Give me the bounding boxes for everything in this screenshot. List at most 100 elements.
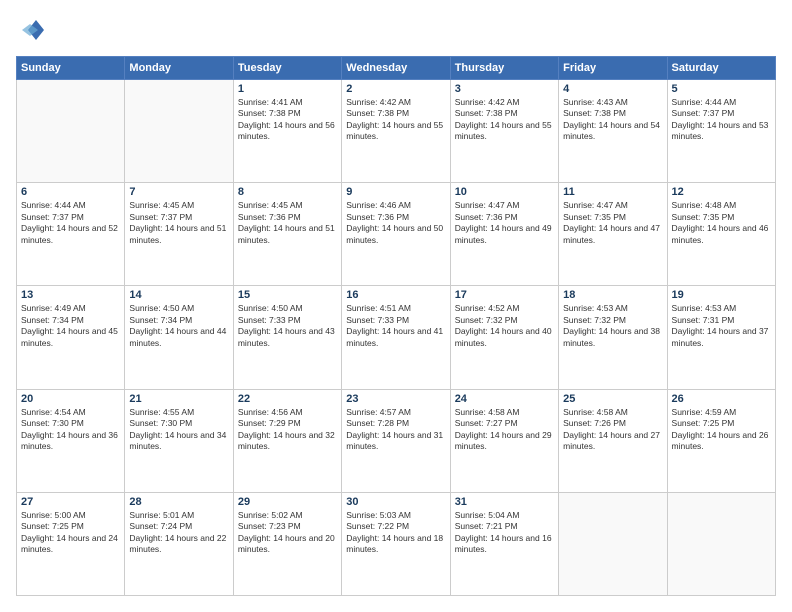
day-info: Sunrise: 4:55 AM Sunset: 7:30 PM Dayligh…	[129, 407, 228, 453]
weekday-header-friday: Friday	[559, 57, 667, 80]
day-info: Sunrise: 4:46 AM Sunset: 7:36 PM Dayligh…	[346, 200, 445, 246]
day-info: Sunrise: 4:53 AM Sunset: 7:31 PM Dayligh…	[672, 303, 771, 349]
week-row-1: 1Sunrise: 4:41 AM Sunset: 7:38 PM Daylig…	[17, 80, 776, 183]
calendar-cell: 26 Sunrise: 4:59 AM Sunset: 7:25 PM Dayli…	[667, 389, 775, 492]
calendar-cell: 9 Sunrise: 4:46 AM Sunset: 7:36 PM Daylig…	[342, 183, 450, 286]
day-number: 5	[672, 83, 771, 95]
calendar-cell: 16 Sunrise: 4:51 AM Sunset: 7:33 PM Dayli…	[342, 286, 450, 389]
calendar-cell: 4Sunrise: 4:43 AM Sunset: 7:38 PM Daylig…	[559, 80, 667, 183]
day-number: 11	[563, 186, 662, 198]
calendar-cell	[17, 80, 125, 183]
weekday-header-wednesday: Wednesday	[342, 57, 450, 80]
calendar-cell: 25 Sunrise: 4:58 AM Sunset: 7:26 PM Dayli…	[559, 389, 667, 492]
calendar: SundayMondayTuesdayWednesdayThursdayFrid…	[16, 56, 776, 596]
day-info: Sunrise: 4:48 AM Sunset: 7:35 PM Dayligh…	[672, 200, 771, 246]
day-info: Sunrise: 4:58 AM Sunset: 7:27 PM Dayligh…	[455, 407, 554, 453]
calendar-cell: 29 Sunrise: 5:02 AM Sunset: 7:23 PM Dayli…	[233, 492, 341, 595]
day-number: 26	[672, 393, 771, 405]
weekday-header-monday: Monday	[125, 57, 233, 80]
calendar-cell: 7Sunrise: 4:45 AM Sunset: 7:37 PM Daylig…	[125, 183, 233, 286]
week-row-4: 20Sunrise: 4:54 AM Sunset: 7:30 PM Dayli…	[17, 389, 776, 492]
calendar-cell: 28 Sunrise: 5:01 AM Sunset: 7:24 PM Dayli…	[125, 492, 233, 595]
day-number: 27	[21, 496, 120, 508]
day-number: 25	[563, 393, 662, 405]
header	[16, 16, 776, 46]
calendar-cell: 22Sunrise: 4:56 AM Sunset: 7:29 PM Dayli…	[233, 389, 341, 492]
calendar-cell: 1Sunrise: 4:41 AM Sunset: 7:38 PM Daylig…	[233, 80, 341, 183]
logo-icon	[16, 16, 46, 46]
day-number: 28	[129, 496, 228, 508]
day-info: Sunrise: 5:02 AM Sunset: 7:23 PM Dayligh…	[238, 510, 337, 556]
calendar-cell: 3 Sunrise: 4:42 AM Sunset: 7:38 PM Daylig…	[450, 80, 558, 183]
calendar-cell: 24 Sunrise: 4:58 AM Sunset: 7:27 PM Dayli…	[450, 389, 558, 492]
day-number: 16	[346, 289, 445, 301]
day-info: Sunrise: 4:47 AM Sunset: 7:35 PM Dayligh…	[563, 200, 662, 246]
day-info: Sunrise: 4:51 AM Sunset: 7:33 PM Dayligh…	[346, 303, 445, 349]
day-number: 20	[21, 393, 120, 405]
weekday-header-sunday: Sunday	[17, 57, 125, 80]
day-info: Sunrise: 4:50 AM Sunset: 7:34 PM Dayligh…	[129, 303, 228, 349]
calendar-cell: 8 Sunrise: 4:45 AM Sunset: 7:36 PM Daylig…	[233, 183, 341, 286]
day-info: Sunrise: 4:42 AM Sunset: 7:38 PM Dayligh…	[346, 97, 445, 143]
calendar-cell	[559, 492, 667, 595]
week-row-3: 13 Sunrise: 4:49 AM Sunset: 7:34 PM Dayli…	[17, 286, 776, 389]
day-number: 6	[21, 186, 120, 198]
calendar-cell: 5 Sunrise: 4:44 AM Sunset: 7:37 PM Daylig…	[667, 80, 775, 183]
day-info: Sunrise: 4:52 AM Sunset: 7:32 PM Dayligh…	[455, 303, 554, 349]
day-info: Sunrise: 5:03 AM Sunset: 7:22 PM Dayligh…	[346, 510, 445, 556]
day-number: 19	[672, 289, 771, 301]
week-row-2: 6 Sunrise: 4:44 AM Sunset: 7:37 PM Daylig…	[17, 183, 776, 286]
day-info: Sunrise: 5:00 AM Sunset: 7:25 PM Dayligh…	[21, 510, 120, 556]
day-info: Sunrise: 5:01 AM Sunset: 7:24 PM Dayligh…	[129, 510, 228, 556]
day-number: 18	[563, 289, 662, 301]
day-info: Sunrise: 4:58 AM Sunset: 7:26 PM Dayligh…	[563, 407, 662, 453]
day-info: Sunrise: 4:44 AM Sunset: 7:37 PM Dayligh…	[672, 97, 771, 143]
calendar-cell: 17Sunrise: 4:52 AM Sunset: 7:32 PM Dayli…	[450, 286, 558, 389]
day-info: Sunrise: 4:43 AM Sunset: 7:38 PM Dayligh…	[563, 97, 662, 143]
day-info: Sunrise: 4:53 AM Sunset: 7:32 PM Dayligh…	[563, 303, 662, 349]
day-number: 31	[455, 496, 554, 508]
weekday-header-thursday: Thursday	[450, 57, 558, 80]
day-info: Sunrise: 4:45 AM Sunset: 7:36 PM Dayligh…	[238, 200, 337, 246]
calendar-cell: 10 Sunrise: 4:47 AM Sunset: 7:36 PM Dayli…	[450, 183, 558, 286]
calendar-cell: 23 Sunrise: 4:57 AM Sunset: 7:28 PM Dayli…	[342, 389, 450, 492]
calendar-cell	[667, 492, 775, 595]
calendar-cell: 11 Sunrise: 4:47 AM Sunset: 7:35 PM Dayli…	[559, 183, 667, 286]
day-number: 29	[238, 496, 337, 508]
day-number: 14	[129, 289, 228, 301]
day-info: Sunrise: 4:57 AM Sunset: 7:28 PM Dayligh…	[346, 407, 445, 453]
day-info: Sunrise: 4:47 AM Sunset: 7:36 PM Dayligh…	[455, 200, 554, 246]
weekday-header-row: SundayMondayTuesdayWednesdayThursdayFrid…	[17, 57, 776, 80]
day-number: 9	[346, 186, 445, 198]
day-info: Sunrise: 4:59 AM Sunset: 7:25 PM Dayligh…	[672, 407, 771, 453]
day-number: 21	[129, 393, 228, 405]
day-number: 24	[455, 393, 554, 405]
day-info: Sunrise: 4:42 AM Sunset: 7:38 PM Dayligh…	[455, 97, 554, 143]
week-row-5: 27 Sunrise: 5:00 AM Sunset: 7:25 PM Dayli…	[17, 492, 776, 595]
calendar-cell: 12 Sunrise: 4:48 AM Sunset: 7:35 PM Dayli…	[667, 183, 775, 286]
day-number: 3	[455, 83, 554, 95]
calendar-cell: 27 Sunrise: 5:00 AM Sunset: 7:25 PM Dayli…	[17, 492, 125, 595]
day-number: 8	[238, 186, 337, 198]
day-info: Sunrise: 5:04 AM Sunset: 7:21 PM Dayligh…	[455, 510, 554, 556]
day-number: 2	[346, 83, 445, 95]
calendar-cell: 14 Sunrise: 4:50 AM Sunset: 7:34 PM Dayli…	[125, 286, 233, 389]
calendar-cell: 30 Sunrise: 5:03 AM Sunset: 7:22 PM Dayli…	[342, 492, 450, 595]
day-number: 10	[455, 186, 554, 198]
day-number: 30	[346, 496, 445, 508]
day-number: 23	[346, 393, 445, 405]
day-info: Sunrise: 4:49 AM Sunset: 7:34 PM Dayligh…	[21, 303, 120, 349]
calendar-cell: 13 Sunrise: 4:49 AM Sunset: 7:34 PM Dayli…	[17, 286, 125, 389]
day-info: Sunrise: 4:44 AM Sunset: 7:37 PM Dayligh…	[21, 200, 120, 246]
day-number: 12	[672, 186, 771, 198]
calendar-cell: 18 Sunrise: 4:53 AM Sunset: 7:32 PM Dayli…	[559, 286, 667, 389]
day-number: 13	[21, 289, 120, 301]
day-info: Sunrise: 4:56 AM Sunset: 7:29 PM Dayligh…	[238, 407, 337, 453]
calendar-cell: 20Sunrise: 4:54 AM Sunset: 7:30 PM Dayli…	[17, 389, 125, 492]
weekday-header-tuesday: Tuesday	[233, 57, 341, 80]
calendar-cell: 15Sunrise: 4:50 AM Sunset: 7:33 PM Dayli…	[233, 286, 341, 389]
calendar-cell: 21 Sunrise: 4:55 AM Sunset: 7:30 PM Dayli…	[125, 389, 233, 492]
day-info: Sunrise: 4:50 AM Sunset: 7:33 PM Dayligh…	[238, 303, 337, 349]
page: SundayMondayTuesdayWednesdayThursdayFrid…	[0, 0, 792, 612]
day-info: Sunrise: 4:41 AM Sunset: 7:38 PM Dayligh…	[238, 97, 337, 143]
